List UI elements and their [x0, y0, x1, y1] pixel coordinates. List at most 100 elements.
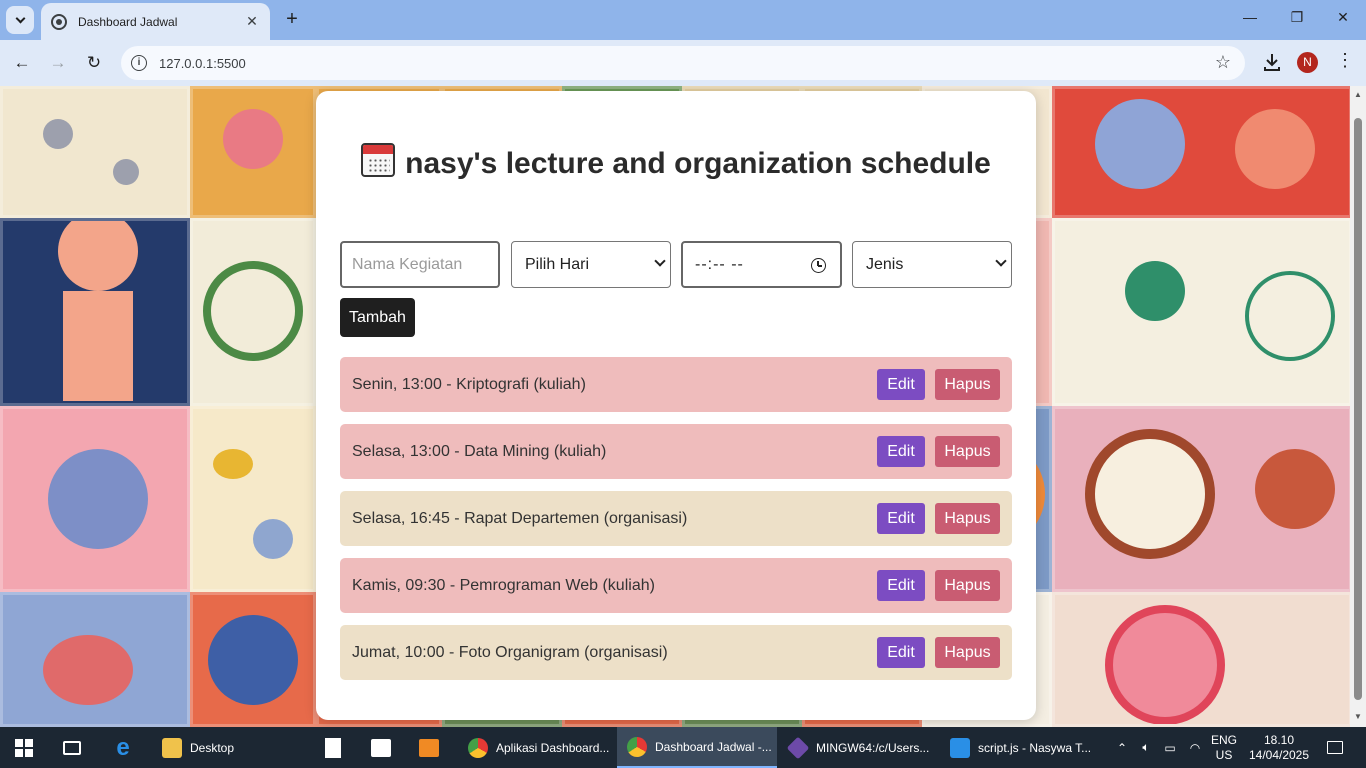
- tile-lemons: [190, 406, 316, 592]
- forward-icon[interactable]: →: [46, 51, 70, 75]
- profile-avatar[interactable]: N: [1297, 52, 1318, 73]
- taskbar-item-chrome-2[interactable]: Dashboard Jadwal -...: [617, 727, 777, 768]
- minimize-icon[interactable]: —: [1238, 9, 1262, 31]
- activity-name-input[interactable]: Nama Kegiatan: [340, 241, 500, 288]
- notification-icon[interactable]: [1320, 727, 1350, 768]
- clock[interactable]: 18.10 14/04/2025: [1246, 727, 1312, 768]
- task-view-button[interactable]: [48, 727, 96, 768]
- language-indicator[interactable]: ENG US: [1206, 727, 1242, 768]
- volume-icon[interactable]: 🔈︎: [1135, 727, 1157, 768]
- globe-icon: [51, 13, 67, 30]
- language-code: ENG: [1210, 732, 1237, 747]
- chevron-down-icon: [654, 255, 666, 267]
- calendar-icon: [361, 143, 396, 177]
- taskbar-item-chrome-1[interactable]: Aplikasi Dashboard...: [462, 727, 612, 768]
- more-menu-icon[interactable]: ⋮: [1336, 50, 1354, 71]
- git-bash-icon: [786, 736, 810, 759]
- tray-chevron-up-icon[interactable]: ⌃: [1110, 727, 1134, 768]
- taskbar-item-label: Desktop: [190, 740, 235, 755]
- delete-button[interactable]: Hapus: [935, 637, 1000, 668]
- scroll-down-icon[interactable]: ▼: [1353, 712, 1363, 721]
- tile-rosette: [1052, 592, 1350, 727]
- store-icon: [371, 738, 391, 757]
- tile-sun: [0, 218, 190, 406]
- clock-icon[interactable]: [811, 258, 826, 273]
- taskbar-item-label: script.js - Nasywa T...: [978, 740, 1092, 755]
- new-tab-button[interactable]: +: [281, 8, 303, 30]
- tile-bouquet: [0, 406, 190, 592]
- reload-icon[interactable]: ↻: [82, 51, 106, 75]
- page-viewport: nasy's lecture and organization schedule…: [0, 86, 1350, 727]
- type-select[interactable]: Jenis: [852, 241, 1012, 288]
- bookmark-star-icon[interactable]: ☆: [1215, 52, 1231, 73]
- taskbar-item-label: Aplikasi Dashboard...: [496, 740, 610, 755]
- taskbar-item-git-bash[interactable]: MINGW64:/c/Users...: [782, 727, 942, 768]
- edit-button[interactable]: Edit: [877, 436, 925, 467]
- clock-date: 14/04/2025: [1248, 747, 1310, 762]
- delete-button[interactable]: Hapus: [935, 436, 1000, 467]
- wifi-icon[interactable]: ◠: [1184, 727, 1206, 768]
- add-button[interactable]: Tambah: [340, 298, 415, 337]
- tile-shells: [0, 86, 190, 218]
- tab-search-button[interactable]: [6, 6, 34, 34]
- browser-tab[interactable]: Dashboard Jadwal ✕: [41, 3, 270, 40]
- tile-lobster: [0, 592, 190, 727]
- page-title: nasy's lecture and organization schedule: [405, 147, 991, 180]
- schedule-list: Senin, 13:00 - Kriptografi (kuliah) Edit…: [340, 357, 1012, 692]
- schedule-item: Selasa, 13:00 - Data Mining (kuliah) Edi…: [340, 424, 1012, 479]
- chrome-icon: [627, 736, 647, 757]
- chevron-down-icon: [995, 255, 1007, 267]
- schedule-item: Senin, 13:00 - Kriptografi (kuliah) Edit…: [340, 357, 1012, 412]
- vscode-icon: [950, 737, 970, 758]
- scroll-up-icon[interactable]: ▲: [1353, 90, 1363, 99]
- back-icon[interactable]: ←: [10, 51, 34, 75]
- tile-mosaic: [190, 86, 316, 218]
- day-select-value: Pilih Hari: [525, 255, 590, 273]
- edge-icon: e: [116, 733, 130, 761]
- edit-button[interactable]: Edit: [877, 637, 925, 668]
- schedule-item: Kamis, 09:30 - Pemrograman Web (kuliah) …: [340, 558, 1012, 613]
- schedule-item: Selasa, 16:45 - Rapat Departemen (organi…: [340, 491, 1012, 546]
- notepad-button[interactable]: [316, 727, 350, 768]
- type-select-value: Jenis: [866, 255, 904, 273]
- download-icon[interactable]: [1262, 52, 1282, 72]
- edge-button[interactable]: e: [98, 727, 148, 768]
- page-scrollbar[interactable]: ▲ ▼: [1350, 86, 1366, 727]
- taskbar-item-label: MINGW64:/c/Users...: [816, 740, 930, 755]
- address-bar[interactable]: i 127.0.0.1:5500 ☆: [121, 46, 1245, 80]
- chevron-down-icon: [15, 13, 25, 24]
- store-button[interactable]: [362, 727, 400, 768]
- delete-button[interactable]: Hapus: [935, 570, 1000, 601]
- edit-button[interactable]: Edit: [877, 503, 925, 534]
- schedule-card: nasy's lecture and organization schedule…: [316, 91, 1036, 720]
- start-button[interactable]: [0, 727, 48, 768]
- windows-icon: [15, 738, 33, 757]
- edit-button[interactable]: Edit: [877, 369, 925, 400]
- close-window-icon[interactable]: ✕: [1331, 9, 1355, 31]
- day-select[interactable]: Pilih Hari: [511, 241, 671, 288]
- tile-mandala: [190, 592, 316, 727]
- file-icon: [325, 737, 341, 758]
- task-view-icon: [63, 740, 81, 755]
- folder-icon: [162, 737, 182, 758]
- taskbar-item-desktop[interactable]: Desktop: [152, 727, 312, 768]
- chrome-icon: [468, 737, 488, 758]
- battery-icon[interactable]: ▭: [1159, 727, 1181, 768]
- taskbar-item-label: Dashboard Jadwal -...: [655, 739, 772, 754]
- edit-button[interactable]: Edit: [877, 570, 925, 601]
- scrollbar-thumb[interactable]: [1354, 118, 1362, 700]
- media-player-button[interactable]: [410, 727, 448, 768]
- close-tab-icon[interactable]: ✕: [244, 13, 260, 30]
- clock-time: 18.10: [1263, 732, 1295, 747]
- site-info-icon[interactable]: i: [131, 55, 147, 71]
- url-text: 127.0.0.1:5500: [159, 55, 246, 71]
- delete-button[interactable]: Hapus: [935, 369, 1000, 400]
- browser-toolbar: ← → ↻ i 127.0.0.1:5500 ☆: [0, 40, 1366, 86]
- delete-button[interactable]: Hapus: [935, 503, 1000, 534]
- time-input[interactable]: --:-- --: [681, 241, 842, 288]
- time-input-value: --:-- --: [695, 255, 744, 273]
- taskbar-item-vscode[interactable]: script.js - Nasywa T...: [944, 727, 1104, 768]
- restore-icon[interactable]: ❐: [1285, 9, 1309, 31]
- tile-spiral: [1052, 218, 1350, 406]
- media-player-icon: [419, 738, 439, 757]
